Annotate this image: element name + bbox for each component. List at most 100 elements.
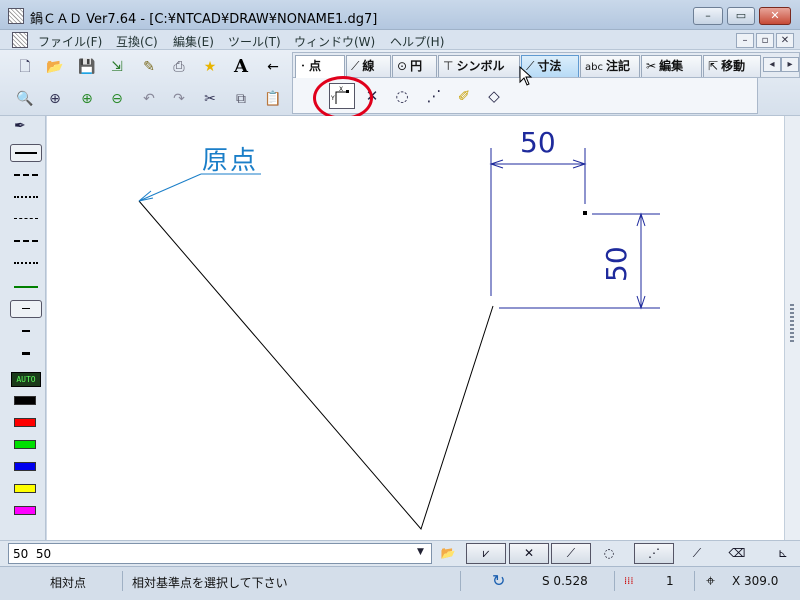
- tab-scroll-left-button[interactable]: ◂: [763, 57, 781, 72]
- color-swatch-red[interactable]: [14, 418, 36, 427]
- snap-intersection-button[interactable]: ✕: [509, 543, 549, 564]
- redo-icon[interactable]: ↷: [168, 88, 190, 110]
- zoom-window-icon[interactable]: 🔍: [14, 88, 36, 110]
- color-swatch-yellow[interactable]: [14, 484, 36, 493]
- line-chain-dotted-button[interactable]: [14, 262, 38, 264]
- status-separator: [122, 571, 123, 591]
- command-input[interactable]: [8, 543, 432, 564]
- status-separator: [694, 571, 695, 591]
- tab-annotation[interactable]: abc 注記: [580, 55, 640, 77]
- snap-extra-button[interactable]: ⊾: [770, 543, 796, 564]
- annotation-icon: abc: [585, 62, 603, 73]
- zoom-all-icon[interactable]: ⊕: [44, 88, 66, 110]
- snap-circle-button[interactable]: ◌: [596, 543, 622, 564]
- status-layer: 1: [666, 574, 674, 588]
- menu-help[interactable]: ヘルプ(H): [390, 33, 444, 50]
- back-arrow-icon[interactable]: ←: [262, 56, 284, 78]
- snap-endpoint-button[interactable]: ⩗: [466, 543, 506, 564]
- highlight-point-icon[interactable]: ✐: [451, 83, 477, 109]
- menu-file[interactable]: ファイル(F): [38, 33, 102, 50]
- import-icon[interactable]: ✎: [138, 56, 160, 78]
- tab-circle-label: 円: [410, 59, 423, 73]
- zoom-out-icon[interactable]: ⊖: [106, 88, 128, 110]
- mouse-cursor-icon: [519, 66, 533, 86]
- line-chain-button[interactable]: [14, 240, 38, 242]
- move-icon: ⇱: [708, 59, 719, 73]
- print-icon[interactable]: ⎙: [168, 56, 190, 78]
- refresh-icon[interactable]: ↻: [492, 571, 505, 590]
- command-folder-icon[interactable]: 📂: [436, 543, 460, 564]
- save-as-icon[interactable]: ⇲: [106, 56, 128, 78]
- menu-compat[interactable]: 互換(C): [116, 33, 158, 50]
- status-scale: S 0.528: [542, 574, 588, 588]
- divide-point-icon[interactable]: ⋰: [421, 83, 447, 109]
- app-icon[interactable]: [8, 8, 24, 24]
- new-file-icon[interactable]: 🗋: [14, 56, 36, 78]
- status-prompt: 相対基準点を選択して下さい: [132, 576, 288, 590]
- point-icon: ･: [300, 59, 307, 73]
- mdi-close-button[interactable]: ✕: [776, 33, 794, 48]
- tab-line[interactable]: ⟋ 線: [346, 55, 391, 77]
- color-swatch-magenta[interactable]: [14, 506, 36, 515]
- minimize-button[interactable]: –: [693, 7, 723, 25]
- highlight-circle: [313, 76, 373, 120]
- snap-point: [583, 211, 587, 215]
- snap-free-button[interactable]: ⟋: [684, 543, 710, 564]
- mdi-restore-button[interactable]: ▫: [756, 33, 774, 48]
- command-dropdown-icon[interactable]: ▼: [417, 547, 424, 557]
- tab-symbol-label: シンボル: [456, 59, 505, 73]
- title-bar: 鍋ＣＡＤ Ver7.64 - [C:¥NTCAD¥DRAW¥NONAME1.dg…: [0, 0, 800, 30]
- line-dotted-button[interactable]: [14, 196, 38, 198]
- vertical-scrollbar[interactable]: [784, 116, 800, 540]
- menu-bar: ファイル(F) 互換(C) 編集(E) ツール(T) ウィンドウ(W) ヘルプ(…: [0, 30, 800, 50]
- line-dash-thin-button[interactable]: [14, 218, 38, 219]
- tab-circle[interactable]: ⊙ 円: [392, 55, 437, 77]
- open-folder-icon[interactable]: 📂: [44, 56, 66, 78]
- line-green-button[interactable]: [14, 286, 38, 288]
- snap-point-on-line-button[interactable]: ⋰: [634, 543, 674, 564]
- cut-icon[interactable]: ✂: [199, 88, 221, 110]
- document-icon[interactable]: [12, 32, 28, 48]
- line-width-2-button[interactable]: [22, 352, 30, 355]
- scrollbar-grip[interactable]: [790, 304, 794, 344]
- tab-move[interactable]: ⇱ 移動: [703, 55, 761, 77]
- close-button[interactable]: ✕: [759, 7, 791, 25]
- auto-color-badge[interactable]: AUTO: [11, 372, 41, 387]
- line-width-button[interactable]: [10, 300, 42, 318]
- save-icon[interactable]: 💾: [76, 56, 98, 78]
- zoom-in-icon[interactable]: ⊕: [76, 88, 98, 110]
- line-dashed-button[interactable]: [14, 174, 38, 176]
- undo-icon[interactable]: ↶: [138, 88, 160, 110]
- menu-window[interactable]: ウィンドウ(W): [294, 33, 375, 50]
- snap-line-button[interactable]: ⟋: [551, 543, 591, 564]
- tab-symbol[interactable]: ⊤ シンボル: [438, 55, 520, 77]
- window-title: 鍋ＣＡＤ Ver7.64 - [C:¥NTCAD¥DRAW¥NONAME1.dg…: [30, 12, 378, 27]
- symbol-icon: ⊤: [443, 59, 454, 73]
- copy-icon[interactable]: ⧉: [230, 88, 252, 110]
- star-icon[interactable]: ★: [199, 56, 221, 78]
- tab-scroll-right-button[interactable]: ▸: [781, 57, 799, 72]
- status-separator: [460, 571, 461, 591]
- paste-icon[interactable]: 📋: [262, 88, 284, 110]
- line-solid-thick-button[interactable]: [10, 144, 42, 162]
- tab-annotation-label: 注記: [605, 59, 630, 73]
- color-swatch-blue[interactable]: [14, 462, 36, 471]
- tab-edit[interactable]: ✂ 編集: [641, 55, 702, 77]
- line-width-1-button[interactable]: [22, 330, 30, 332]
- text-tool-icon[interactable]: A: [230, 56, 252, 78]
- menu-tools[interactable]: ツール(T): [228, 33, 281, 50]
- color-swatch-green[interactable]: [14, 440, 36, 449]
- color-swatch-black[interactable]: [14, 396, 36, 405]
- grid-icon[interactable]: ⁞⁞⁞: [624, 576, 634, 587]
- drawing-canvas[interactable]: 原点 50 50: [47, 116, 784, 540]
- menu-edit[interactable]: 編集(E): [173, 33, 214, 50]
- erase-point-icon[interactable]: ◇: [481, 83, 507, 109]
- tab-edit-label: 編集: [659, 59, 684, 73]
- status-bar: 相対点 相対基準点を選択して下さい ↻ S 0.528 ⁞⁞⁞ 1 ⌖ X 30…: [0, 566, 800, 600]
- maximize-button[interactable]: ▭: [727, 7, 755, 25]
- circle-center-point-icon[interactable]: ◌: [389, 83, 415, 109]
- snap-erase-button[interactable]: ⌫: [724, 543, 750, 564]
- drawing-svg: [138, 148, 660, 531]
- mdi-minimize-button[interactable]: –: [736, 33, 754, 48]
- pen-icon[interactable]: ✒: [14, 118, 26, 134]
